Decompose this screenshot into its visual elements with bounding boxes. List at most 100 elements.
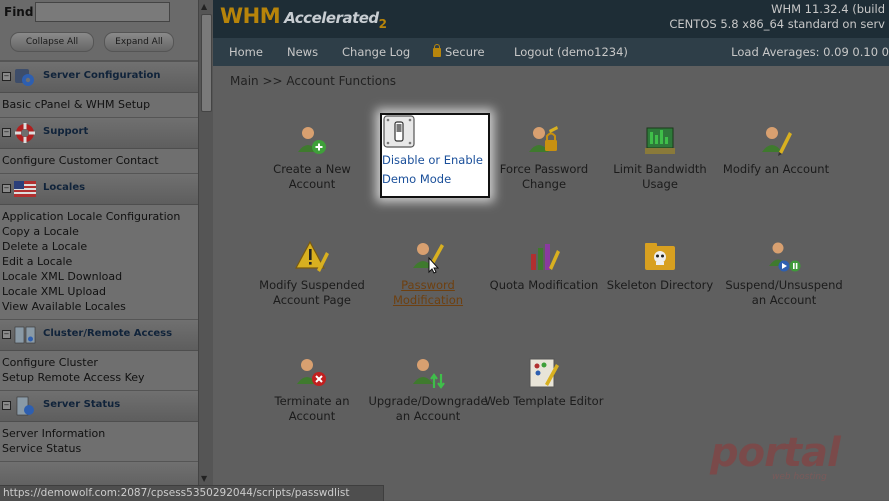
portal-watermark-logo: portal web hosting <box>710 430 860 482</box>
warning-icon <box>295 240 329 274</box>
password-icon <box>411 240 445 274</box>
tile-quota-modification[interactable]: Quota Modification <box>484 240 604 293</box>
tile-label: Disable or Enable Demo Mode <box>382 153 483 186</box>
tile-web-template-editor[interactable]: Web Template Editor <box>484 356 604 409</box>
nav-secure[interactable]: Secure <box>433 44 485 59</box>
tile-suspend-unsuspend[interactable]: Suspend/Unsuspend an Account <box>724 240 844 308</box>
nav-change-log[interactable]: Change Log <box>342 45 410 59</box>
section-support[interactable]: − Support <box>0 117 198 149</box>
tile-label: Quota Modification <box>489 278 599 292</box>
tile-password-modification[interactable]: Password Modification <box>368 240 488 308</box>
section-title: Support <box>43 126 89 137</box>
section-server-configuration[interactable]: − Server Configuration <box>0 61 198 93</box>
tile-upgrade-downgrade[interactable]: Upgrade/Downgrade an Account <box>368 356 488 424</box>
template-editor-icon <box>527 356 561 390</box>
version-line: WHM 11.32.4 (build <box>771 2 885 16</box>
tile-limit-bandwidth[interactable]: Limit Bandwidth Usage <box>600 124 720 192</box>
section-locales[interactable]: − Locales <box>0 173 198 205</box>
nav-news[interactable]: News <box>287 45 318 59</box>
tile-label: Upgrade/Downgrade an Account <box>368 394 488 423</box>
header-bar: WHM Accelerated2 WHM 11.32.4 (build CENTO… <box>213 0 889 38</box>
section-items: Configure Customer Contact <box>0 149 198 173</box>
flag-icon <box>13 178 37 200</box>
lifebuoy-icon <box>13 122 37 144</box>
section-items: Configure Cluster Setup Remote Access Ke… <box>0 351 198 390</box>
section-items: Server Information Service Status <box>0 422 198 461</box>
whm-logo[interactable]: WHM Accelerated2 <box>220 4 387 31</box>
tile-label: Force Password Change <box>499 162 589 191</box>
sidebar-item-service-status[interactable]: Service Status <box>2 441 198 456</box>
tile-label: Create a New Account <box>273 162 351 191</box>
sidebar-item-locale-xml-upload[interactable]: Locale XML Upload <box>2 284 198 299</box>
create-account-icon <box>295 124 329 158</box>
sidebar-item-view-locales[interactable]: View Available Locales <box>2 299 198 314</box>
sidebar-item-server-information[interactable]: Server Information <box>2 426 198 441</box>
watermark-text: portal <box>710 430 841 476</box>
tile-force-password-change[interactable]: Force Password Change <box>484 124 604 192</box>
scroll-thumb[interactable] <box>201 14 212 112</box>
tile-skeleton-directory[interactable]: Skeleton Directory <box>600 240 720 293</box>
sidebar-item-basic-setup[interactable]: Basic cPanel & WHM Setup <box>2 97 198 112</box>
force-password-icon <box>527 124 561 158</box>
section-items: Application Locale Configuration Copy a … <box>0 205 198 319</box>
load-averages: Load Averages: 0.09 0.10 0 <box>731 45 889 59</box>
tile-label: Suspend/Unsuspend an Account <box>725 278 843 307</box>
lock-icon <box>433 44 441 57</box>
tile-terminate-account[interactable]: Terminate an Account <box>252 356 372 424</box>
watermark-sub: web hosting <box>772 472 827 482</box>
tile-label: Web Template Editor <box>484 394 604 408</box>
tile-modify-account[interactable]: Modify an Account <box>716 124 836 177</box>
collapse-toggle-icon[interactable]: − <box>2 330 11 339</box>
find-bar: Find Collapse All Expand All <box>0 0 198 61</box>
sidebar-item-remote-access-key[interactable]: Setup Remote Access Key <box>2 370 198 385</box>
tile-modify-suspended-page[interactable]: Modify Suspended Account Page <box>252 240 372 308</box>
terminate-icon <box>295 356 329 390</box>
tile-label: Skeleton Directory <box>606 278 714 292</box>
section-server-status[interactable]: − Server Status <box>0 390 198 422</box>
servers-icon <box>13 324 37 346</box>
main-content: WHM Accelerated2 WHM 11.32.4 (build CENTO… <box>213 0 889 500</box>
sidebar-item-locale-xml-download[interactable]: Locale XML Download <box>2 269 198 284</box>
tile-label: Password Modification <box>392 278 464 307</box>
scroll-down-arrow-icon[interactable]: ▼ <box>201 474 207 483</box>
section-title: Cluster/Remote Access <box>43 328 173 339</box>
collapse-toggle-icon[interactable]: − <box>2 401 11 410</box>
sidebar-scrollbar[interactable]: ▲ ▼ <box>198 0 213 490</box>
tile-label: Modify an Account <box>722 162 830 176</box>
switch-icon <box>382 115 488 149</box>
collapse-toggle-icon[interactable]: − <box>2 128 11 137</box>
find-label: Find <box>4 5 34 19</box>
sidebar-item-delete-locale[interactable]: Delete a Locale <box>2 239 198 254</box>
nav-secure-label: Secure <box>445 45 485 59</box>
version-info: WHM 11.32.4 (build CENTOS 5.8 x86_64 sta… <box>669 2 885 32</box>
tile-demo-mode[interactable]: Disable or Enable Demo Mode <box>380 113 490 198</box>
scroll-up-arrow-icon[interactable]: ▲ <box>201 2 207 11</box>
skeleton-directory-icon <box>643 240 677 274</box>
nav-home[interactable]: Home <box>229 45 263 59</box>
modify-account-icon <box>759 124 793 158</box>
tile-label: Terminate an Account <box>274 394 350 423</box>
nav-logout[interactable]: Logout (demo1234) <box>514 45 628 59</box>
suspend-icon <box>767 240 801 274</box>
sidebar-item-locale-config[interactable]: Application Locale Configuration <box>2 209 198 224</box>
quota-icon <box>527 240 561 274</box>
section-title: Server Status <box>43 399 121 410</box>
tile-label: Modify Suspended Account Page <box>259 278 365 307</box>
bandwidth-icon <box>643 124 677 158</box>
nav-bar: Home News Change Log Secure Logout (demo… <box>213 38 889 66</box>
find-input[interactable] <box>35 2 170 22</box>
collapse-toggle-icon[interactable]: − <box>2 72 11 81</box>
collapse-all-button[interactable]: Collapse All <box>10 32 94 52</box>
sidebar-item-edit-locale[interactable]: Edit a Locale <box>2 254 198 269</box>
status-bar-url: https://demowolf.com:2087/cpsess53502920… <box>0 485 384 501</box>
section-items: Basic cPanel & WHM Setup <box>0 93 198 117</box>
tile-create-account[interactable]: Create a New Account <box>252 124 372 192</box>
section-cluster-remote-access[interactable]: − Cluster/Remote Access <box>0 319 198 351</box>
collapse-toggle-icon[interactable]: − <box>2 184 11 193</box>
upgrade-downgrade-icon <box>411 356 445 390</box>
logo-accelerated: Accelerated <box>284 9 379 27</box>
sidebar-item-customer-contact[interactable]: Configure Customer Contact <box>2 153 198 168</box>
expand-all-button[interactable]: Expand All <box>104 32 174 52</box>
sidebar-item-configure-cluster[interactable]: Configure Cluster <box>2 355 198 370</box>
sidebar-item-copy-locale[interactable]: Copy a Locale <box>2 224 198 239</box>
